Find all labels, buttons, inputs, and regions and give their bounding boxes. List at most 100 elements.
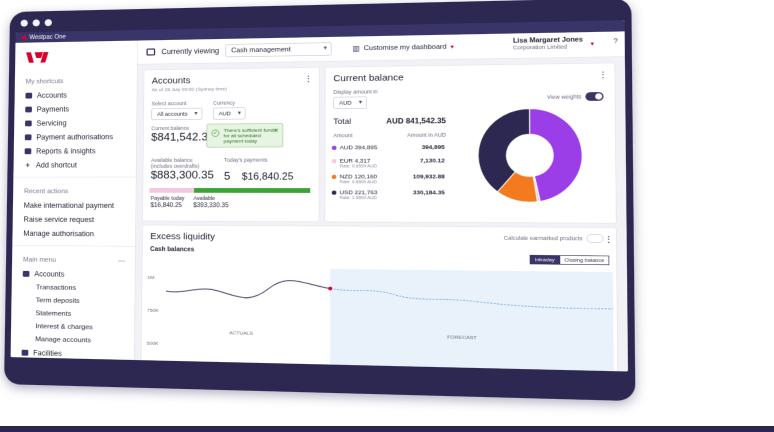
westpac-flag-icon [22, 36, 27, 40]
currency-value: AUD [219, 111, 231, 117]
window-dot-close[interactable] [21, 20, 28, 27]
account-select[interactable]: All accounts [151, 108, 202, 120]
shortcut-label: Add shortcut [36, 161, 77, 169]
customise-dashboard-button[interactable]: ▥ Customise my dashboard ▾ [352, 43, 454, 53]
series-dot [332, 191, 337, 195]
balance-row-usd: USD 221,763 330,184.35 Rate: 1.5600 AUD [332, 189, 445, 196]
col-amount-aud: Amount in AUD [407, 132, 446, 138]
shortcut-label: Payment authorisations [36, 133, 113, 142]
current-balance-group: Current balance $841,542.35 [151, 125, 214, 144]
row-rate: Rate: 0.6599 AUD [340, 164, 377, 168]
shortcut-servicing[interactable]: Servicing [14, 116, 136, 131]
layout-icon: ▥ [352, 44, 359, 53]
payable-label: Payable today [151, 195, 185, 201]
available-balance-label: Available balance (includes overdrafts) [151, 157, 208, 169]
payments-progress-bar [149, 188, 310, 193]
row-aud: 394,895 [422, 144, 445, 151]
shortcut-accounts[interactable]: Accounts [15, 87, 137, 102]
account-select-group: Select account All accounts [151, 100, 202, 120]
shortcut-label: Accounts [37, 91, 67, 99]
row-rate: Rate: 1.5600 AUD [340, 196, 377, 200]
available-balance-group: Available balance (includes overdrafts) … [151, 157, 208, 181]
westpac-logo[interactable] [15, 41, 137, 73]
series-dot [332, 146, 337, 150]
recent-action-item[interactable]: Make international payment [13, 198, 136, 212]
shortcut-label: Reports & insights [36, 147, 96, 155]
display-amount-value: AUD [339, 100, 351, 106]
series-dot [332, 159, 337, 163]
accounts-card: Accounts ⋮ As of 28 July 09:00 (Sydney t… [142, 67, 319, 222]
excess-liquidity-card: Excess liquidity Calculate earmarked pro… [141, 225, 619, 372]
main-menu-heading: Main menu — [12, 250, 135, 268]
todays-payments-group: Today's payments 5 $16,840.25 [224, 157, 314, 183]
balance-row-aud: AUD 394,895 394,895 [332, 144, 445, 151]
y-tick-label: 1M [147, 275, 154, 280]
payable-segment [149, 188, 193, 193]
todays-payments-label: Today's payments [224, 157, 314, 163]
window-controls [21, 19, 52, 27]
shortcut-payments[interactable]: Payments [14, 101, 136, 116]
intraday-tab[interactable]: Intraday [530, 255, 560, 265]
help-icon[interactable]: ? [613, 38, 617, 46]
alert-text: There's sufficient funds for all schedul… [224, 127, 276, 143]
view-weights-label: View weights [547, 94, 581, 101]
shortcut-label: Servicing [36, 119, 66, 127]
laptop-bezel: Westpac One My shortcuts Accounts Paymen… [4, 0, 635, 401]
servicing-icon [25, 120, 32, 126]
currency-donut-chart [472, 102, 590, 208]
recent-action-item[interactable]: Manage authorisation [12, 226, 135, 241]
window-dot-maximise[interactable] [45, 19, 52, 26]
row-aud: 109,932.88 [413, 173, 445, 180]
sidebar: My shortcuts Accounts Payments Servicing… [11, 41, 138, 360]
recent-action-item[interactable]: Raise service request [13, 212, 136, 227]
user-chevron-icon[interactable]: ▾ [590, 41, 594, 48]
menu-label: Facilities [33, 349, 62, 358]
chevron-down-icon: ▾ [451, 43, 454, 50]
user-menu[interactable]: Lisa Margaret Jones Corporation Limited [513, 36, 583, 51]
close-icon[interactable]: ✕ [274, 127, 279, 134]
balance-row-eur: EUR 4,317 7,130.12 Rate: 0.6599 AUD [332, 157, 445, 164]
row-aud: 7,130.12 [420, 157, 445, 164]
more-options-icon[interactable]: ⋮ [304, 74, 312, 84]
collapse-icon[interactable]: — [118, 257, 125, 264]
accounts-as-of: As of 28 July 09:00 (Sydney time) [144, 85, 319, 92]
row-amount: AUD 394,895 [340, 144, 378, 151]
accounts-icon [23, 271, 30, 277]
add-shortcut-button[interactable]: + Add shortcut [13, 158, 136, 172]
todays-payments-amount: $16,840.25 [242, 172, 294, 183]
shortcut-payment-authorisations[interactable]: Payment authorisations [14, 130, 136, 145]
display-amount-select[interactable]: AUD [333, 97, 366, 109]
shortcut-reports[interactable]: Reports & insights [14, 144, 137, 159]
row-rate: Rate: 0.6600 AUD [340, 180, 377, 184]
viewing-select[interactable]: Cash management [225, 42, 331, 57]
view-weights-toggle[interactable] [585, 92, 603, 101]
forecast-label: FORECAST [447, 334, 477, 340]
col-amount: Amount [333, 132, 352, 138]
account-select-label: Select account [152, 100, 203, 106]
authorisations-icon [25, 134, 32, 140]
window-dot-minimise[interactable] [33, 19, 40, 26]
customise-label: Customise my dashboard [364, 43, 447, 52]
todays-payments-count: 5 [224, 170, 230, 183]
check-circle-icon: ✓ [212, 130, 220, 137]
app-body: My shortcuts Accounts Payments Servicing… [11, 31, 628, 371]
forecast-region [330, 269, 614, 372]
currency-select[interactable]: AUD [213, 107, 246, 119]
viewing-value: Cash management [231, 46, 290, 54]
balance-row-nzd: NZD 120,160 109,932.88 Rate: 0.6600 AUD [332, 173, 445, 180]
user-org: Corporation Limited [513, 43, 583, 50]
menu-facilities[interactable]: Facilities [11, 345, 134, 362]
current-balance-card: Current balance ⋮ Display amount in AUD … [325, 63, 617, 224]
display-amount-label: Display amount in [333, 89, 377, 96]
sufficient-funds-alert: ✓ There's sufficient funds for all sched… [206, 123, 283, 147]
calc-earmarked-toggle[interactable] [587, 234, 604, 243]
more-options-icon[interactable]: ⋮ [604, 234, 613, 244]
actuals-label: ACTUALS [229, 330, 253, 336]
more-options-icon[interactable]: ⋮ [598, 70, 607, 80]
payable-value: $16,840.25 [150, 202, 184, 209]
device-frame: Westpac One My shortcuts Accounts Paymen… [4, 0, 635, 401]
closing-balance-tab[interactable]: Closing balance [560, 255, 610, 265]
dashboard-grid-icon[interactable] [146, 48, 155, 55]
shortcut-label: Payments [37, 105, 70, 113]
reports-icon [25, 148, 32, 154]
